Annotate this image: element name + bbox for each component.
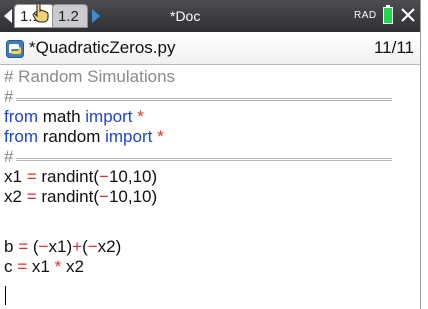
keyword-from: from	[4, 107, 38, 126]
separator-line	[16, 98, 392, 101]
code-editor[interactable]: # Random Simulations # from math import …	[0, 66, 420, 309]
code-line-9: b = (−x1)+(−x2)	[4, 237, 121, 257]
keyword-import: import	[105, 127, 153, 146]
variable: x2	[97, 237, 116, 256]
wildcard: *	[157, 127, 164, 146]
variable: x1	[31, 257, 50, 276]
variable: x2	[65, 257, 84, 276]
paren: )	[151, 167, 158, 186]
keyword-from: from	[4, 127, 38, 146]
tab-1-2[interactable]: 1.2	[52, 4, 88, 28]
code-line-3: from math import *	[4, 107, 144, 127]
variable: c	[4, 257, 13, 276]
operator: =	[17, 257, 28, 276]
hand-pointer-icon	[32, 2, 49, 23]
arguments: 10,10	[108, 187, 152, 206]
operator: *	[54, 257, 62, 276]
paren: )	[151, 187, 158, 206]
code-line-10: c = x1 * x2	[4, 257, 84, 277]
variable: x1	[48, 237, 67, 256]
function-name: randint	[41, 167, 94, 186]
code-line-1: # Random Simulations	[4, 67, 176, 86]
variable: x2	[4, 187, 22, 206]
page-left-arrow-icon[interactable]	[4, 9, 12, 23]
keyword-import: import	[85, 107, 133, 126]
code-line-7: x2 = randint(−10,10)	[4, 187, 157, 207]
rule-hash: #	[4, 147, 14, 166]
calculator-screen: 1.1 1.2 *Doc RAD *QuadraticZeros.py 11/1…	[0, 0, 421, 309]
file-name: *QuadraticZeros.py	[29, 38, 176, 57]
tab-label: 1.2	[58, 8, 79, 25]
code-line-6: x1 = randint(−10,10)	[4, 167, 157, 187]
function-name: randint	[41, 187, 94, 206]
operator: =	[26, 187, 37, 206]
operator: −	[99, 187, 109, 206]
operator: =	[26, 167, 37, 186]
page-right-arrow-icon[interactable]	[92, 9, 100, 23]
close-icon[interactable]	[399, 6, 417, 24]
operator: =	[18, 237, 29, 256]
file-header: *QuadraticZeros.py 11/11	[0, 32, 420, 65]
paren: )	[115, 237, 122, 256]
top-bar: 1.1 1.2 *Doc RAD	[0, 0, 420, 32]
text-cursor	[5, 286, 6, 305]
arguments: 10,10	[108, 167, 152, 186]
python-file-icon	[6, 40, 24, 58]
document-title: *Doc	[170, 8, 201, 24]
variable: b	[4, 237, 14, 256]
angle-mode-indicator: RAD	[354, 10, 377, 21]
separator-line	[16, 158, 392, 161]
wildcard: *	[137, 107, 144, 126]
code-line-4: from random import *	[4, 127, 164, 147]
rule-hash: #	[4, 87, 14, 106]
module-name: random	[42, 127, 101, 146]
variable: x1	[4, 167, 22, 186]
operator: +	[72, 237, 83, 256]
battery-icon	[383, 5, 393, 24]
operator: −	[87, 237, 98, 256]
operator: −	[99, 167, 109, 186]
module-name: math	[42, 107, 81, 126]
line-counter: 11/11	[373, 38, 414, 57]
operator: −	[38, 237, 49, 256]
